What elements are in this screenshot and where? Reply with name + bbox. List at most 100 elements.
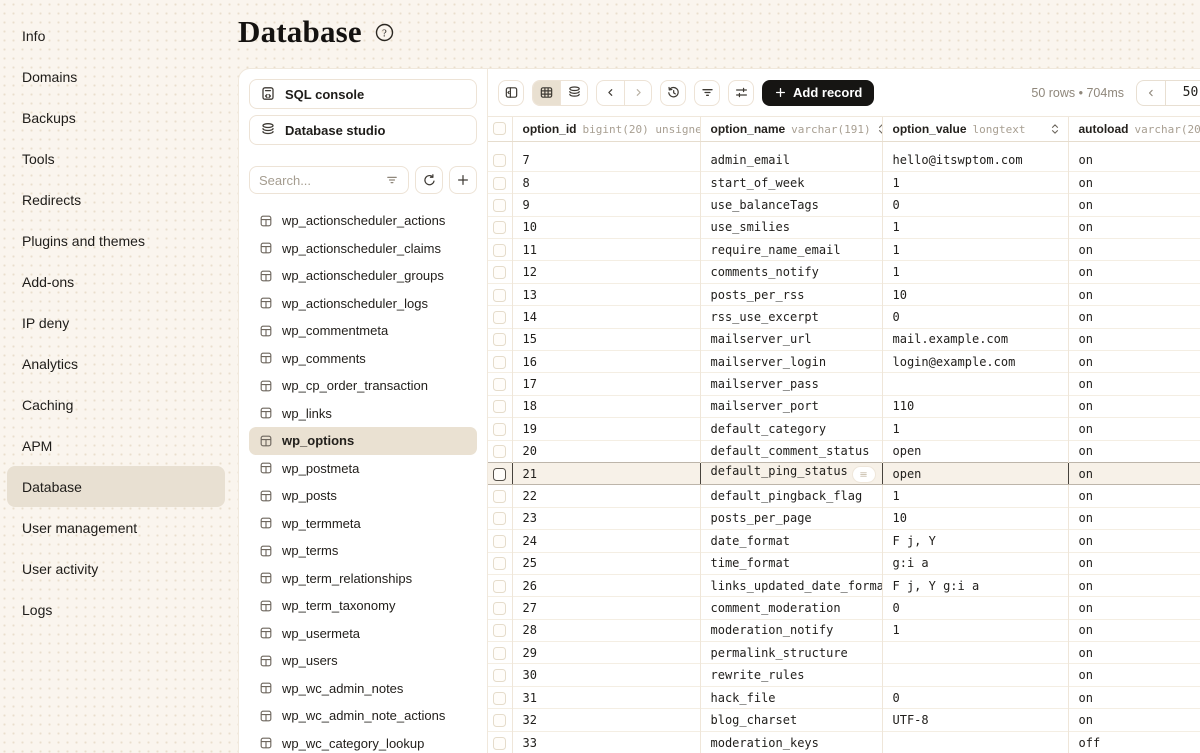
- row-checkbox[interactable]: [493, 177, 506, 190]
- cell-option-id[interactable]: 14: [512, 306, 700, 328]
- cell-option-id[interactable]: 33: [512, 731, 700, 753]
- cell-option-id[interactable]: 7: [512, 149, 700, 171]
- add-record-button[interactable]: Add record: [762, 80, 874, 106]
- cell-option-value[interactable]: open: [882, 462, 1068, 484]
- row-checkbox[interactable]: [493, 266, 506, 279]
- cell-autoload[interactable]: on: [1068, 171, 1200, 193]
- table-row[interactable]: 18 mailserver_port 110 on: [488, 395, 1200, 417]
- cell-option-id[interactable]: 10: [512, 216, 700, 238]
- sidebar-item[interactable]: Add-ons: [7, 261, 225, 302]
- sidebar-item[interactable]: APM: [7, 425, 225, 466]
- table-view-button[interactable]: [533, 81, 560, 105]
- table-row[interactable]: 28 moderation_notify 1 on: [488, 619, 1200, 641]
- search-filter-icon[interactable]: [385, 173, 399, 187]
- cell-option-value[interactable]: 1: [882, 239, 1068, 261]
- search-input[interactable]: [259, 173, 379, 188]
- sidebar-item[interactable]: Caching: [7, 384, 225, 425]
- cell-option-name[interactable]: default_ping_status: [700, 462, 882, 484]
- pager-prev-button[interactable]: [1137, 81, 1165, 105]
- page-size-value[interactable]: 50: [1165, 81, 1200, 105]
- cell-autoload[interactable]: on: [1068, 306, 1200, 328]
- table-row[interactable]: 13 posts_per_rss 10 on: [488, 283, 1200, 305]
- row-checkbox[interactable]: [493, 512, 506, 525]
- cell-option-value[interactable]: 0: [882, 686, 1068, 708]
- table-list-item[interactable]: wp_actionscheduler_groups: [249, 262, 477, 290]
- table-list-item[interactable]: wp_postmeta: [249, 455, 477, 483]
- table-row[interactable]: 27 comment_moderation 0 on: [488, 597, 1200, 619]
- table-row[interactable]: 7 admin_email hello@itswptom.com on: [488, 149, 1200, 171]
- table-row[interactable]: 26 links_updated_date_format F j, Y g:i …: [488, 574, 1200, 596]
- cell-autoload[interactable]: on: [1068, 709, 1200, 731]
- cell-option-id[interactable]: 21: [512, 462, 700, 484]
- cell-option-value[interactable]: 1: [882, 171, 1068, 193]
- table-list-item[interactable]: wp_posts: [249, 482, 477, 510]
- cell-option-value[interactable]: 1: [882, 619, 1068, 641]
- sidebar-item[interactable]: Tools: [7, 138, 225, 179]
- cell-option-name[interactable]: moderation_keys: [700, 731, 882, 753]
- cell-option-id[interactable]: 29: [512, 642, 700, 664]
- cell-autoload[interactable]: on: [1068, 149, 1200, 171]
- table-list-item[interactable]: wp_terms: [249, 537, 477, 565]
- cell-option-value[interactable]: 1: [882, 418, 1068, 440]
- cell-autoload[interactable]: on: [1068, 686, 1200, 708]
- search-box[interactable]: [249, 166, 409, 194]
- column-header-autoload[interactable]: autoload varchar(20): [1068, 117, 1200, 142]
- table-list-item[interactable]: wp_usermeta: [249, 620, 477, 648]
- cell-option-id[interactable]: 27: [512, 597, 700, 619]
- row-checkbox[interactable]: [493, 423, 506, 436]
- cell-autoload[interactable]: on: [1068, 507, 1200, 529]
- row-checkbox[interactable]: [493, 311, 506, 324]
- cell-option-name[interactable]: permalink_structure: [700, 642, 882, 664]
- cell-option-value[interactable]: [882, 373, 1068, 395]
- cell-autoload[interactable]: on: [1068, 373, 1200, 395]
- cell-option-value[interactable]: 0: [882, 597, 1068, 619]
- table-row[interactable]: 12 comments_notify 1 on: [488, 261, 1200, 283]
- settings-sliders-button[interactable]: [728, 80, 754, 106]
- table-row[interactable]: 32 blog_charset UTF-8 on: [488, 709, 1200, 731]
- cell-option-value[interactable]: F j, Y g:i a: [882, 574, 1068, 596]
- sidebar-item[interactable]: Database: [7, 466, 225, 507]
- cell-option-name[interactable]: rewrite_rules: [700, 664, 882, 686]
- column-header-option-id[interactable]: option_id bigint(20) unsigned: [512, 117, 700, 142]
- row-checkbox[interactable]: [493, 154, 506, 167]
- table-row[interactable]: 8 start_of_week 1 on: [488, 171, 1200, 193]
- cell-autoload[interactable]: on: [1068, 418, 1200, 440]
- expand-row-button[interactable]: [852, 466, 876, 483]
- sidebar-item[interactable]: Logs: [7, 589, 225, 630]
- cell-autoload[interactable]: on: [1068, 574, 1200, 596]
- sort-icon[interactable]: [877, 123, 882, 135]
- row-checkbox[interactable]: [493, 244, 506, 257]
- cell-autoload[interactable]: on: [1068, 642, 1200, 664]
- cell-option-name[interactable]: mailserver_pass: [700, 373, 882, 395]
- row-checkbox[interactable]: [493, 557, 506, 570]
- row-checkbox[interactable]: [493, 490, 506, 503]
- table-list-item[interactable]: wp_links: [249, 400, 477, 428]
- table-list-item[interactable]: wp_wc_admin_note_actions: [249, 702, 477, 730]
- cell-option-value[interactable]: login@example.com: [882, 351, 1068, 373]
- cell-option-value[interactable]: g:i a: [882, 552, 1068, 574]
- cell-option-name[interactable]: hack_file: [700, 686, 882, 708]
- row-checkbox[interactable]: [493, 669, 506, 682]
- table-row[interactable]: 22 default_pingback_flag 1 on: [488, 485, 1200, 507]
- cell-option-value[interactable]: [882, 731, 1068, 753]
- table-list-item[interactable]: wp_comments: [249, 345, 477, 373]
- table-row[interactable]: 10 use_smilies 1 on: [488, 216, 1200, 238]
- cell-option-value[interactable]: 1: [882, 216, 1068, 238]
- cell-autoload[interactable]: on: [1068, 462, 1200, 484]
- row-checkbox[interactable]: [493, 356, 506, 369]
- sidebar-item[interactable]: Redirects: [7, 179, 225, 220]
- add-table-button[interactable]: [449, 166, 477, 194]
- sort-icon[interactable]: [1050, 123, 1060, 135]
- table-row[interactable]: 16 mailserver_login login@example.com on: [488, 351, 1200, 373]
- row-checkbox[interactable]: [493, 602, 506, 615]
- cell-option-name[interactable]: start_of_week: [700, 171, 882, 193]
- cell-option-name[interactable]: mailserver_url: [700, 328, 882, 350]
- database-studio-button[interactable]: Database studio: [249, 115, 477, 145]
- cell-option-id[interactable]: 16: [512, 351, 700, 373]
- table-row[interactable]: 24 date_format F j, Y on: [488, 530, 1200, 552]
- sidebar-item[interactable]: Info: [7, 15, 225, 56]
- cell-autoload[interactable]: on: [1068, 619, 1200, 641]
- cell-autoload[interactable]: on: [1068, 328, 1200, 350]
- row-checkbox[interactable]: [493, 445, 506, 458]
- cell-option-id[interactable]: 19: [512, 418, 700, 440]
